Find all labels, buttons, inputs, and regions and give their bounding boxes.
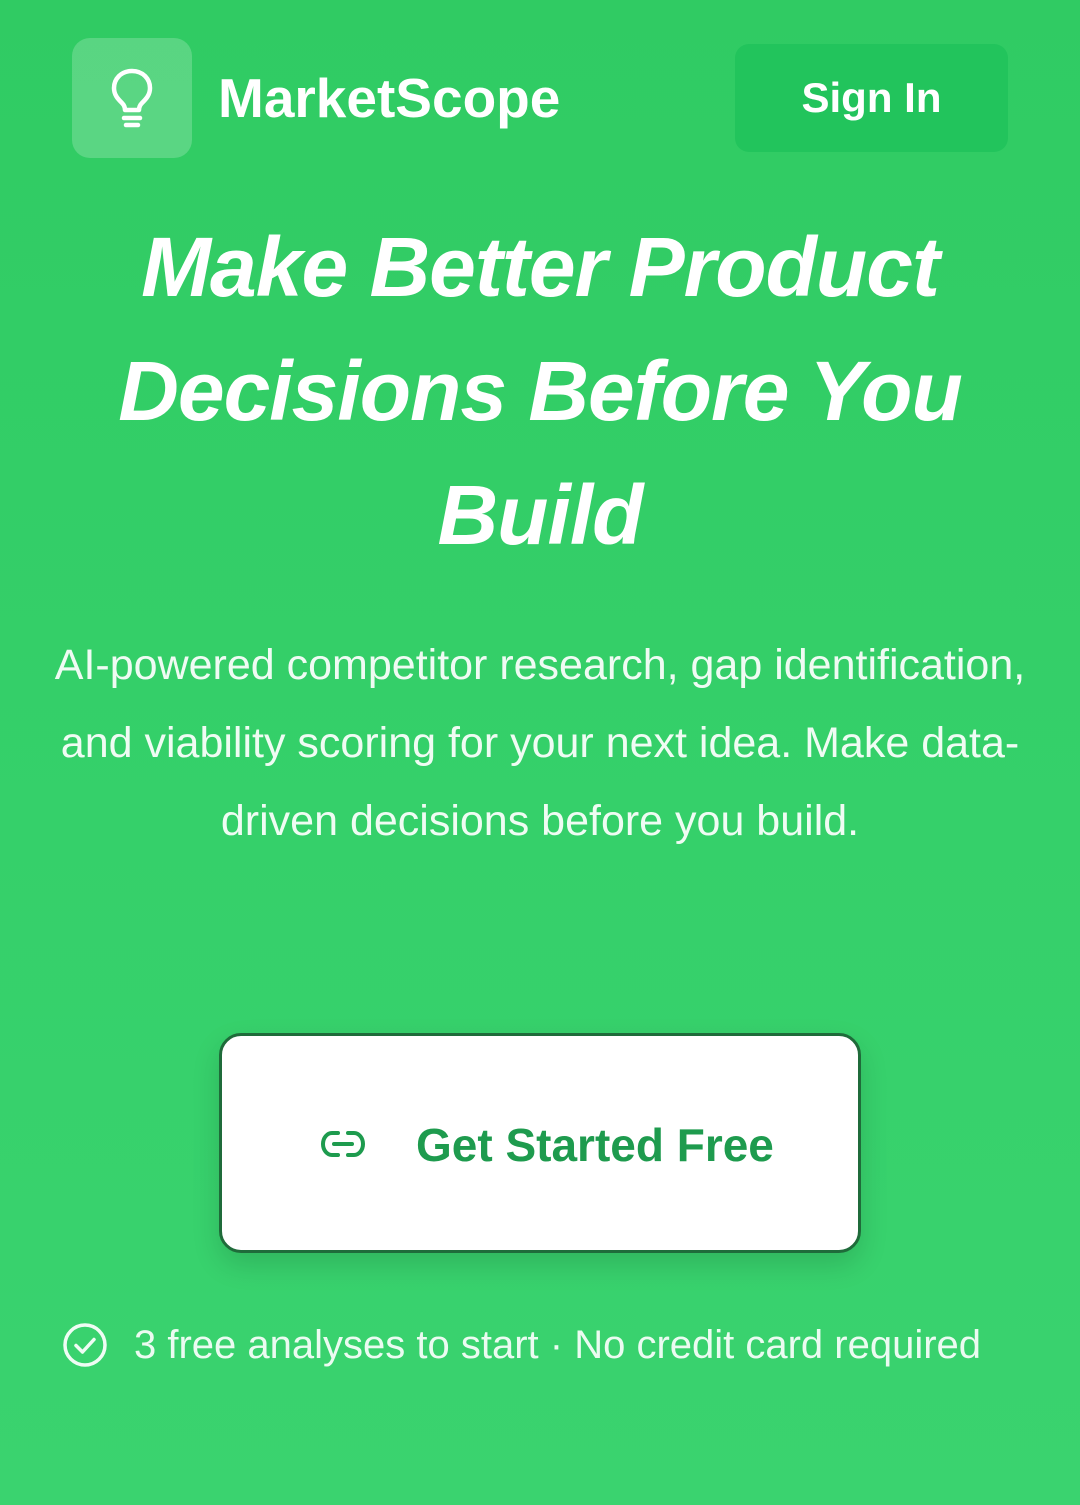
footnote: 3 free analyses to start · No credit car…: [62, 1318, 981, 1372]
get-started-button[interactable]: Get Started Free: [219, 1033, 861, 1253]
hero-title: Make Better Product Decisions Before You…: [118, 220, 963, 562]
check-circle-icon: [63, 1323, 107, 1367]
sign-in-button[interactable]: Sign In: [735, 44, 1008, 152]
header: MarketScope Sign In: [0, 0, 1080, 200]
lightbulb-icon: [111, 68, 153, 128]
get-started-label: Get Started Free: [416, 1119, 774, 1171]
brand-name: MarketScope: [218, 67, 561, 129]
hero-subtitle: AI-powered competitor research, gap iden…: [54, 641, 1026, 845]
link-icon: [320, 1131, 366, 1157]
footnote-text: 3 free analyses to start · No credit car…: [134, 1322, 982, 1367]
logo[interactable]: [72, 38, 192, 158]
